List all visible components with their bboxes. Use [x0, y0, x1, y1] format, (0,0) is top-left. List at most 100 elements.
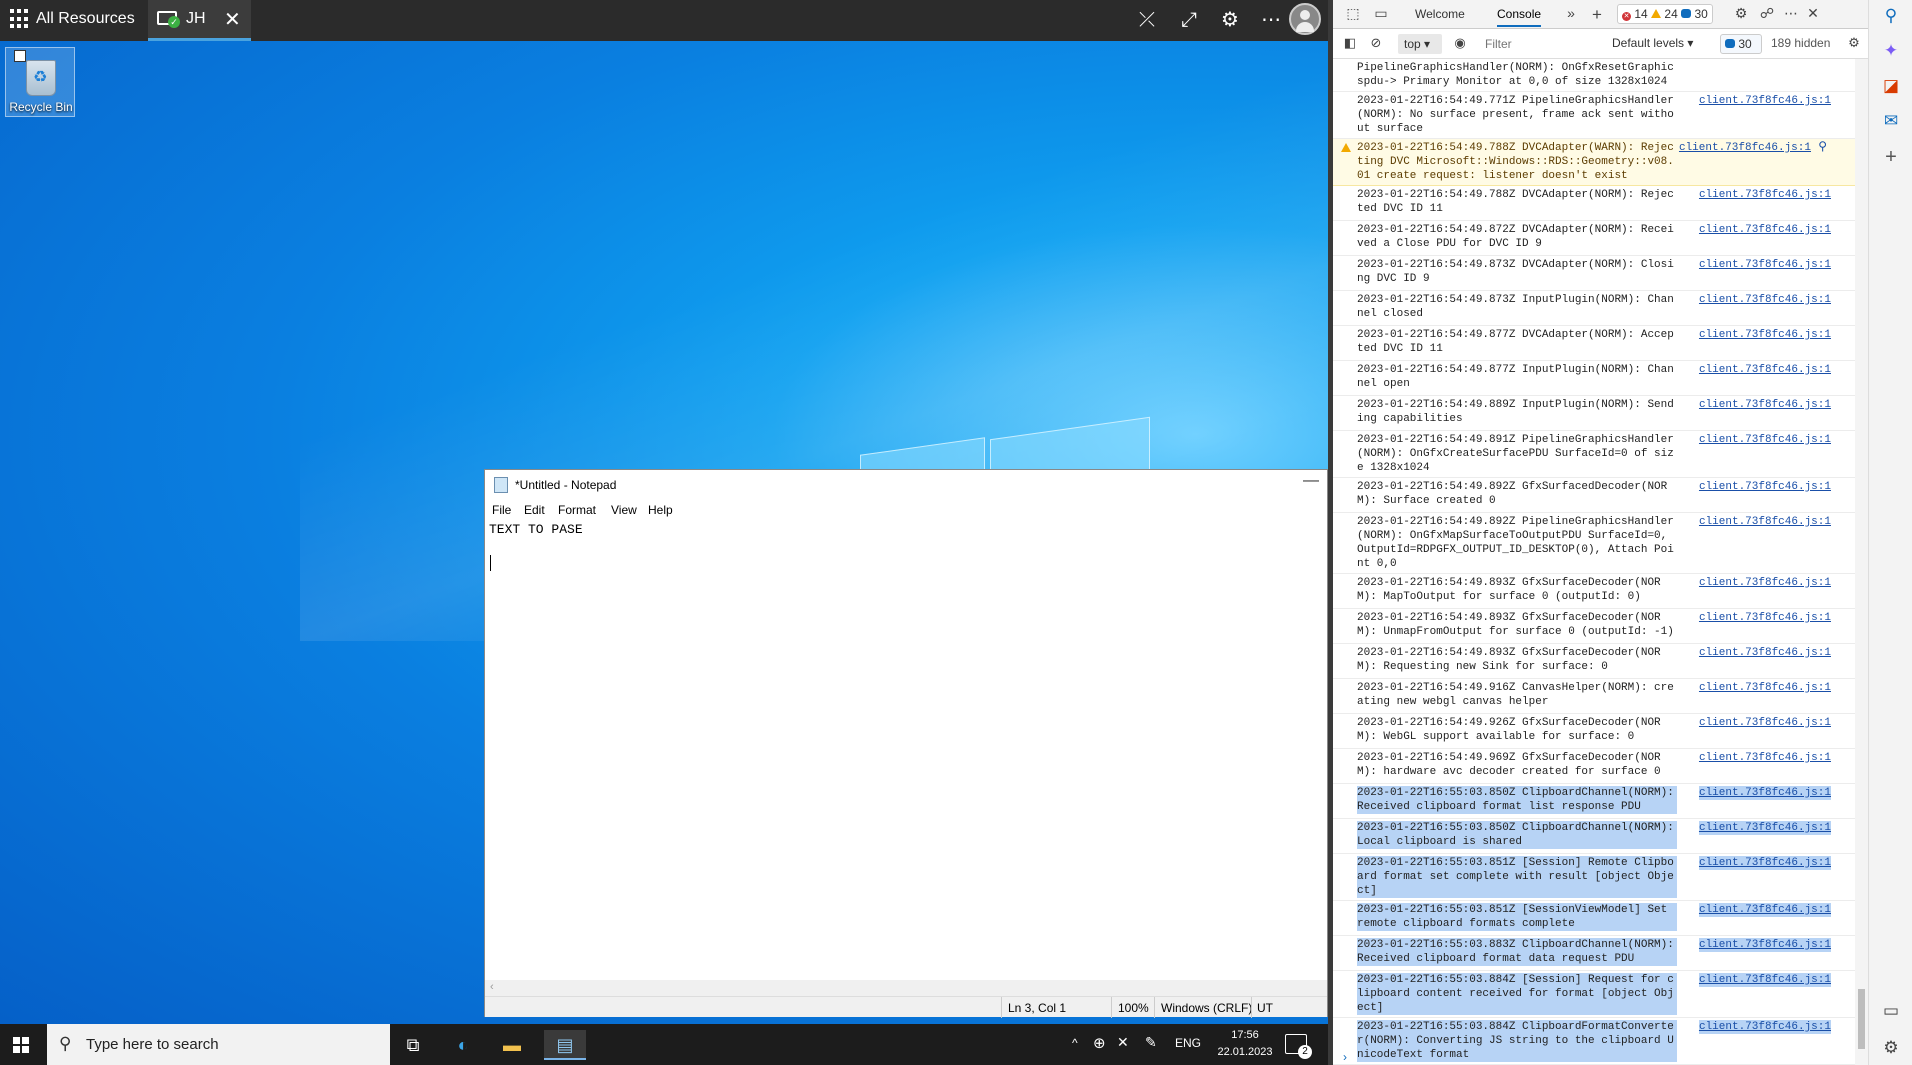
source-link[interactable]: client.73f8fc46.js:1: [1699, 328, 1831, 342]
more-tabs-icon[interactable]: »: [1561, 5, 1581, 23]
scroll-left-icon[interactable]: ‹: [490, 981, 494, 993]
all-resources-link[interactable]: All Resources: [36, 10, 135, 28]
console-message-row[interactable]: 2023-01-22T16:55:03.884Z [Session] Reque…: [1333, 971, 1855, 1018]
console-message-row[interactable]: 2023-01-22T16:54:49.771Z PipelineGraphic…: [1333, 92, 1855, 139]
user-avatar-icon[interactable]: [1289, 3, 1321, 35]
notepad-titlebar[interactable]: *Untitled - Notepad —: [485, 470, 1327, 500]
console-message-row[interactable]: 2023-01-22T16:54:49.877Z DVCAdapter(NORM…: [1333, 326, 1855, 361]
source-link[interactable]: client.73f8fc46.js:1: [1679, 141, 1811, 155]
console-message-row[interactable]: 2023-01-22T16:54:49.969Z GfxSurfaceDecod…: [1333, 749, 1855, 784]
source-link[interactable]: client.73f8fc46.js:1: [1699, 223, 1831, 237]
source-link[interactable]: client.73f8fc46.js:1: [1699, 258, 1831, 272]
pin-off-icon[interactable]: ⤫: [1133, 6, 1161, 34]
console-message-row[interactable]: 2023-01-22T16:55:03.850Z ClipboardChanne…: [1333, 819, 1855, 854]
tab-console[interactable]: Console: [1497, 7, 1542, 27]
tab-welcome[interactable]: Welcome: [1415, 7, 1465, 21]
message-count-badge[interactable]: 30: [1720, 34, 1762, 54]
console-message-row[interactable]: 2023-01-22T16:54:49.926Z GfxSurfaceDecod…: [1333, 714, 1855, 749]
inspect-element-icon[interactable]: ⬚: [1343, 5, 1363, 23]
notepad-taskbar-icon[interactable]: ▤: [544, 1030, 586, 1060]
settings-icon[interactable]: ⚙: [1216, 6, 1244, 34]
console-message-row[interactable]: 2023-01-22T16:54:49.892Z GfxSurfacedDeco…: [1333, 478, 1855, 513]
more-icon[interactable]: ⋯: [1257, 6, 1285, 34]
sidebar-toggle-icon[interactable]: ◧: [1341, 35, 1359, 53]
source-link[interactable]: client.73f8fc46.js:1: [1699, 293, 1831, 307]
source-link[interactable]: client.73f8fc46.js:1: [1699, 433, 1831, 447]
source-link[interactable]: client.73f8fc46.js:1: [1698, 786, 1831, 800]
source-link[interactable]: client.73f8fc46.js:1: [1699, 646, 1831, 660]
menu-edit[interactable]: Edit: [524, 503, 545, 517]
hide-sidebar-icon[interactable]: ▭: [1880, 1000, 1902, 1022]
console-message-row[interactable]: 2023-01-22T16:54:49.916Z CanvasHelper(NO…: [1333, 679, 1855, 714]
console-message-row[interactable]: 2023-01-22T16:54:49.872Z DVCAdapter(NORM…: [1333, 221, 1855, 256]
source-link[interactable]: client.73f8fc46.js:1: [1699, 94, 1831, 108]
office-icon[interactable]: ◪: [1880, 75, 1902, 97]
source-link[interactable]: client.73f8fc46.js:1: [1699, 480, 1831, 494]
source-link[interactable]: client.73f8fc46.js:1: [1699, 751, 1831, 765]
notepad-text-area[interactable]: TEXT TO PASE: [485, 520, 1327, 980]
source-link[interactable]: client.73f8fc46.js:1: [1698, 1020, 1831, 1034]
edge-browser-icon[interactable]: ◐: [448, 1030, 478, 1060]
sidebar-settings-icon[interactable]: ⚙: [1880, 1037, 1902, 1059]
console-message-row[interactable]: 2023-01-22T16:55:03.851Z [Session] Remot…: [1333, 854, 1855, 901]
feedback-icon[interactable]: ☍: [1757, 5, 1777, 23]
console-warning-row[interactable]: ⚲ 2023-01-22T16:54:49.788Z DVCAdapter(WAR…: [1333, 139, 1855, 186]
console-filter-input[interactable]: [1481, 34, 1611, 54]
console-message-row[interactable]: 2023-01-22T16:54:49.893Z GfxSurfaceDecod…: [1333, 644, 1855, 679]
notifications-icon[interactable]: 2: [1285, 1034, 1312, 1059]
apps-grid-icon[interactable]: [10, 9, 30, 29]
search-icon[interactable]: ⚲: [1880, 5, 1902, 27]
source-link[interactable]: client.73f8fc46.js:1: [1699, 188, 1831, 202]
console-message-row[interactable]: 2023-01-22T16:55:03.850Z ClipboardChanne…: [1333, 784, 1855, 819]
menu-view[interactable]: View: [611, 503, 637, 517]
language-indicator[interactable]: ENG: [1175, 1036, 1201, 1050]
console-message-row[interactable]: 2023-01-22T16:55:03.884Z ClipboardFormat…: [1333, 1018, 1855, 1065]
source-link[interactable]: client.73f8fc46.js:1: [1699, 576, 1831, 590]
console-message-row[interactable]: 2023-01-22T16:54:49.877Z InputPlugin(NOR…: [1333, 361, 1855, 396]
console-message-row[interactable]: 2023-01-22T16:54:49.893Z GfxSurfaceDecod…: [1333, 574, 1855, 609]
console-scrollbar[interactable]: [1855, 59, 1868, 1065]
console-message-row[interactable]: 2023-01-22T16:54:49.873Z DVCAdapter(NORM…: [1333, 256, 1855, 291]
menu-format[interactable]: Format: [558, 503, 596, 517]
console-message-row[interactable]: 2023-01-22T16:54:49.891Z PipelineGraphic…: [1333, 431, 1855, 478]
taskbar-search[interactable]: ⚲ Type here to search: [47, 1024, 390, 1065]
session-tab[interactable]: ✓ JH ✕: [148, 0, 251, 41]
menu-file[interactable]: File: [492, 503, 511, 517]
source-link[interactable]: client.73f8fc46.js:1: [1699, 716, 1831, 730]
add-tab-icon[interactable]: +: [1587, 5, 1607, 24]
issue-counts[interactable]: ✕ 14 24 30: [1617, 4, 1713, 24]
device-emulation-icon[interactable]: ▭: [1371, 5, 1391, 23]
context-selector[interactable]: top ▾: [1398, 34, 1442, 54]
log-levels-dropdown[interactable]: Default levels ▾: [1612, 36, 1693, 50]
console-message-row[interactable]: 2023-01-22T16:54:49.873Z InputPlugin(NOR…: [1333, 291, 1855, 326]
console-message-row[interactable]: 2023-01-22T16:54:49.788Z DVCAdapter(NORM…: [1333, 186, 1855, 221]
close-devtools-icon[interactable]: ✕: [1803, 5, 1823, 23]
source-link[interactable]: client.73f8fc46.js:1: [1698, 973, 1831, 987]
source-link[interactable]: client.73f8fc46.js:1: [1699, 681, 1831, 695]
source-link[interactable]: client.73f8fc46.js:1: [1699, 363, 1831, 377]
source-link[interactable]: client.73f8fc46.js:1: [1698, 856, 1831, 870]
devtools-settings-icon[interactable]: ⚙: [1731, 5, 1751, 23]
fullscreen-icon[interactable]: ⤢: [1175, 6, 1203, 34]
task-view-icon[interactable]: ⧉: [398, 1030, 428, 1060]
select-checkbox[interactable]: [14, 50, 26, 62]
console-settings-icon[interactable]: ⚙: [1845, 35, 1863, 53]
source-link[interactable]: client.73f8fc46.js:1: [1698, 821, 1831, 835]
console-message-row[interactable]: 2023-01-22T16:54:49.889Z InputPlugin(NOR…: [1333, 396, 1855, 431]
console-message-row[interactable]: 2023-01-22T16:54:49.892Z PipelineGraphic…: [1333, 513, 1855, 574]
show-hidden-icons[interactable]: ^: [1072, 1036, 1078, 1050]
live-expression-eye-icon[interactable]: ◉: [1451, 35, 1469, 53]
source-link[interactable]: client.73f8fc46.js:1: [1698, 938, 1831, 952]
horizontal-scrollbar[interactable]: ‹: [485, 980, 1327, 996]
network-icon[interactable]: ⊕: [1093, 1034, 1106, 1052]
source-link[interactable]: client.73f8fc46.js:1: [1698, 903, 1831, 917]
console-message-row[interactable]: 2023-01-22T16:54:49.893Z GfxSurfaceDecod…: [1333, 609, 1855, 644]
taskbar-clock[interactable]: 17:56 22.01.2023: [1215, 1027, 1275, 1061]
outlook-icon[interactable]: ✉: [1880, 110, 1902, 132]
volume-muted-icon[interactable]: ✕: [1117, 1034, 1129, 1051]
console-message-row[interactable]: PipelineGraphicsHandler(NORM): OnGfxRese…: [1333, 59, 1855, 92]
source-link[interactable]: client.73f8fc46.js:1: [1699, 398, 1831, 412]
minimize-button[interactable]: —: [1303, 472, 1319, 490]
devtools-more-icon[interactable]: ⋯: [1781, 5, 1801, 23]
discover-icon[interactable]: ✦: [1880, 40, 1902, 62]
